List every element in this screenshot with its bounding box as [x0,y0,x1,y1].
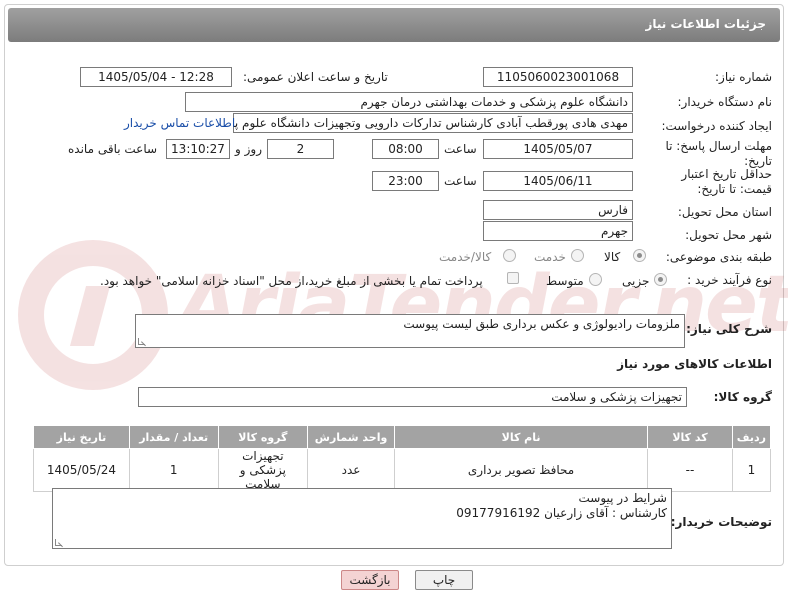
goods-group-label: گروه کالا: [713,390,772,404]
col-need-date: تاریخ نیاز [33,425,130,449]
col-code: کد کالا [647,425,733,449]
buyer-org-label: نام دستگاه خریدار: [677,95,773,109]
description-text: ملزومات رادیولوژی و عکس برداری طبق لیست … [403,317,680,331]
cell-name: محافظ تصویر برداری [393,448,649,492]
creator-label: ایجاد کننده درخواست: [661,119,772,133]
purchase-minor-radio[interactable] [654,273,667,286]
treasury-payment-checkbox[interactable] [507,272,519,284]
purchase-minor-label: جزیی [622,274,650,288]
category-goods-service-label: کالا/خدمت [439,250,492,264]
goods-table: ردیف کد کالا نام کالا واحد شمارش گروه کا… [33,425,772,492]
city-label: شهر محل تحویل: [685,228,772,242]
validity-date-field: 1405/06/11 [483,171,633,191]
category-goods-service-radio[interactable] [503,249,516,262]
buyer-notes-line2: کارشناس : آقای زارعیان 09177916192 [456,506,667,520]
col-group: گروه کالا [217,425,309,449]
cell-code: -- [647,448,733,492]
treasury-payment-note: پرداخت تمام یا بخشی از مبلغ خرید،از محل … [100,274,483,288]
cell-unit: عدد [307,448,395,492]
description-textarea: ملزومات رادیولوژی و عکس برداری طبق لیست … [135,314,685,348]
cell-need-date: 1405/05/24 [33,448,130,492]
col-name: نام کالا [393,425,649,449]
goods-section-title: اطلاعات کالاهای مورد نیاز [617,357,772,371]
col-unit: واحد شمارش [307,425,395,449]
print-button[interactable]: چاپ [415,570,473,590]
city-field: جهرم [483,221,633,241]
panel-title: جزئیات اطلاعات نیاز [645,17,766,31]
buyer-org-field: دانشگاه علوم پزشکی و خدمات بهداشتی درمان… [185,92,633,112]
province-label: استان محل تحویل: [677,205,772,219]
deadline-label: مهلت ارسال پاسخ: تا تاریخ: [665,139,772,168]
category-service-label: خدمت [534,250,566,264]
purchase-type-label: نوع فرآیند خرید : [687,273,772,287]
cell-group: تجهیزات پزشکی و سلامت [217,448,309,492]
category-service-radio[interactable] [571,249,584,262]
buyer-notes-label: توضیحات خریدار: [670,515,772,529]
goods-group-field: تجهیزات پزشکی و سلامت [138,387,687,407]
buyer-contact-link[interactable]: اطلاعات تماس خریدار [124,116,235,130]
announce-label: تاریخ و ساعت اعلان عمومی: [243,70,388,84]
days-label: روز و [235,142,262,156]
table-header-row: ردیف کد کالا نام کالا واحد شمارش گروه کا… [33,425,772,449]
category-label: طبقه بندی موضوعی: [665,250,772,264]
purchase-medium-label: متوسط [546,274,584,288]
panel-header: جزئیات اطلاعات نیاز [8,8,780,42]
category-goods-label: کالا [604,250,621,264]
creator-field: مهدی هادی پورقطب آبادی کارشناس تدارکات د… [233,113,633,133]
deadline-time-field: 08:00 [372,139,439,159]
validity-time-field: 23:00 [372,171,439,191]
buyer-notes-textarea: شرایط در پیوست کارشناس : آقای زارعیان 09… [52,488,672,549]
validity-time-label: ساعت [444,174,477,188]
table-row: 1 -- محافظ تصویر برداری عدد تجهیزات پزشک… [33,448,772,492]
buyer-notes-line1: شرایط در پیوست [578,491,667,505]
resize-handle-icon[interactable] [55,539,62,546]
purchase-medium-radio[interactable] [589,273,602,286]
province-field: فارس [483,200,633,220]
deadline-date-field: 1405/05/07 [483,139,633,159]
remaining-time-field: 13:10:27 [166,139,230,159]
description-label: شرح کلی نیاز: [686,322,772,336]
deadline-time-label: ساعت [444,142,477,156]
cell-qty: 1 [128,448,219,492]
need-number-field: 1105060023001068 [483,67,633,87]
days-field: 2 [267,139,334,159]
remaining-label: ساعت باقی مانده [68,142,158,156]
announce-field: 1405/05/04 - 12:28 [80,67,232,87]
need-number-label: شماره نیاز: [715,70,772,84]
validity-label: حداقل تاریخ اعتبار قیمت: تا تاریخ: [681,167,772,196]
category-goods-radio[interactable] [633,249,646,262]
back-button[interactable]: بازگشت [341,570,399,590]
cell-row: 1 [731,448,772,492]
resize-handle-icon[interactable] [138,338,145,345]
col-qty: تعداد / مقدار [128,425,219,449]
col-row: ردیف [731,425,772,449]
